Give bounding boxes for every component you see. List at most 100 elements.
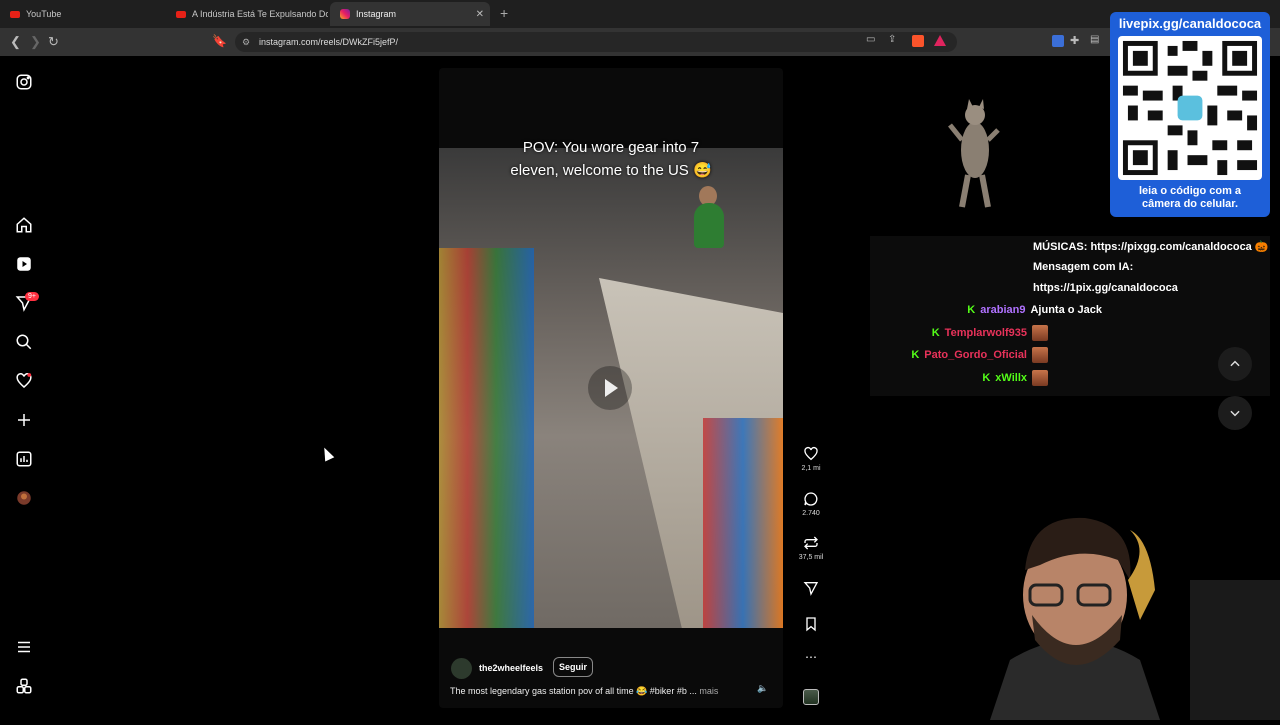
clerk-figure: [694, 203, 724, 248]
more-icon[interactable]: [15, 677, 33, 695]
notification-badge: 9+: [25, 292, 39, 301]
bookmark-icon[interactable]: 🔖: [212, 34, 227, 48]
user-avatar[interactable]: [451, 658, 472, 679]
brave-rewards-icon[interactable]: [934, 35, 946, 46]
like-count: 2,1 mi: [801, 465, 821, 472]
back-icon[interactable]: ❮: [10, 34, 21, 50]
tab-title: YouTube: [26, 9, 62, 19]
new-tab-button[interactable]: +: [500, 5, 508, 21]
emote-icon: [1032, 347, 1048, 363]
like-button[interactable]: 2,1 mi: [795, 446, 827, 472]
qr-title: livepix.gg/canaldococa: [1118, 16, 1262, 31]
audio-thumbnail[interactable]: [803, 689, 819, 705]
extension-icon[interactable]: [1052, 35, 1064, 47]
share-icon[interactable]: ⇪: [888, 34, 896, 45]
emote-icon: [1032, 370, 1048, 386]
more-options-icon[interactable]: ⋯: [795, 650, 827, 664]
kick-icon: K: [967, 304, 976, 316]
extensions-puzzle-icon[interactable]: ✚: [1070, 34, 1079, 47]
bookmark-icon: [806, 617, 816, 632]
repost-button[interactable]: 37,5 mil: [795, 535, 827, 561]
chevron-down-icon: [1230, 410, 1240, 417]
store-shelf: [703, 418, 783, 628]
next-reel-button[interactable]: [1218, 396, 1252, 430]
heart-icon[interactable]: [15, 372, 33, 390]
dancing-wolf-animation: [948, 95, 1003, 215]
comment-button[interactable]: 2.740: [795, 491, 827, 517]
qr-instructions: leia o código com a câmera do celular.: [1110, 185, 1270, 211]
url-text: instagram.com/reels/DWkZFi5jefP/: [259, 37, 399, 47]
chat-username: xWillx: [995, 372, 1027, 384]
forward-icon[interactable]: ❯: [30, 34, 41, 50]
save-button[interactable]: [795, 616, 827, 632]
address-bar[interactable]: ⚙ instagram.com/reels/DWkZFi5jefP/: [235, 32, 957, 52]
create-icon[interactable]: [15, 411, 33, 429]
reels-icon[interactable]: [15, 255, 33, 273]
store-shelf: [439, 248, 534, 628]
username-link[interactable]: the2wheelfeels: [479, 663, 543, 673]
mouse-cursor: [319, 445, 335, 462]
site-info-icon[interactable]: ⚙: [242, 32, 250, 52]
reel-description: The most legendary gas station pov of al…: [450, 686, 718, 697]
chat-message: K arabian9 Ajunta o Jack: [967, 304, 1102, 316]
home-icon[interactable]: [15, 216, 33, 234]
follow-button[interactable]: Seguir: [553, 657, 594, 677]
search-icon[interactable]: [15, 333, 33, 351]
tab-youtube[interactable]: YouTube: [0, 2, 168, 26]
instagram-icon[interactable]: [15, 73, 33, 91]
profile-avatar[interactable]: [15, 489, 33, 507]
qr-instruction-line: câmera do celular.: [1142, 198, 1238, 210]
chat-message: K Templarwolf935: [932, 325, 1048, 341]
repost-icon: [804, 536, 818, 550]
more-link[interactable]: mais: [699, 686, 718, 696]
tab-instagram[interactable]: Instagram ✕: [330, 2, 490, 26]
comment-icon: [804, 492, 818, 506]
instagram-favicon-icon: [340, 9, 350, 19]
youtube-icon: [10, 10, 20, 18]
chat-text: Ajunta o Jack: [1030, 304, 1102, 316]
previous-reel-button[interactable]: [1218, 347, 1252, 381]
browser-tab-bar: YouTube A Indústria Está Te Expulsando D…: [0, 0, 1280, 28]
stream-chat-overlay: MÚSICAS: https://pixgg.com/canaldococa 🎃…: [870, 236, 1270, 396]
tab-title: Instagram: [356, 9, 397, 19]
cast-icon[interactable]: ▭: [866, 34, 875, 45]
reel-video[interactable]: POV: You wore gear into 7 eleven, welcom…: [439, 68, 783, 708]
brave-shield-icon[interactable]: [912, 35, 924, 47]
chat-username: Templarwolf935: [944, 327, 1027, 339]
chat-message: K xWillx: [982, 370, 1048, 386]
kick-icon: K: [911, 349, 920, 361]
chat-info-line: https://1pix.gg/canaldococa: [1033, 282, 1178, 294]
description-text: The most legendary gas station pov of al…: [450, 686, 697, 696]
close-icon[interactable]: ✕: [476, 9, 484, 20]
caption-line: POV: You wore gear into 7: [522, 139, 700, 156]
caption-line: eleven, welcome to the US 😅: [510, 162, 712, 179]
chat-message: K Pato_Gordo_Oficial: [911, 347, 1048, 363]
chevron-up-icon: [1230, 360, 1240, 367]
comment-count: 2.740: [802, 510, 820, 517]
browser-toolbar: ❮ ❯ ↻ 🔖 ⚙ instagram.com/reels/DWkZFi5jef…: [0, 28, 1280, 56]
youtube-icon: [176, 10, 186, 18]
emote-icon: [1032, 325, 1048, 341]
qr-code: [1118, 36, 1262, 180]
dashboard-icon[interactable]: [15, 450, 33, 468]
qr-instruction-line: leia o código com a: [1138, 185, 1242, 197]
repost-count: 37,5 mil: [798, 554, 824, 561]
reel-caption: POV: You wore gear into 7 eleven, welcom…: [439, 136, 783, 182]
menu-icon[interactable]: [15, 638, 33, 656]
chat-info-line: MÚSICAS: https://pixgg.com/canaldococa 🎃: [1033, 241, 1269, 253]
livepix-qr-panel: livepix.gg/canaldococa leia o código com…: [1110, 12, 1270, 217]
chat-info-line: Mensagem com IA:: [1033, 261, 1134, 273]
mute-icon[interactable]: 🔈: [757, 683, 768, 694]
reel-footer: the2wheelfeels Seguir The most legendary…: [439, 648, 783, 708]
send-icon: [803, 582, 819, 596]
tab-youtube-video[interactable]: A Indústria Está Te Expulsando Do G...: [166, 2, 328, 26]
sidebar-toggle-icon[interactable]: ▤: [1090, 34, 1099, 45]
tab-title: A Indústria Está Te Expulsando Do G...: [192, 9, 328, 19]
play-button[interactable]: [588, 366, 632, 410]
share-button[interactable]: [795, 580, 827, 596]
chat-username: Pato_Gordo_Oficial: [924, 349, 1027, 361]
reload-icon[interactable]: ↻: [48, 34, 59, 50]
chat-username: arabian9: [980, 304, 1026, 316]
kick-icon: K: [982, 372, 991, 384]
kick-icon: K: [931, 327, 940, 339]
